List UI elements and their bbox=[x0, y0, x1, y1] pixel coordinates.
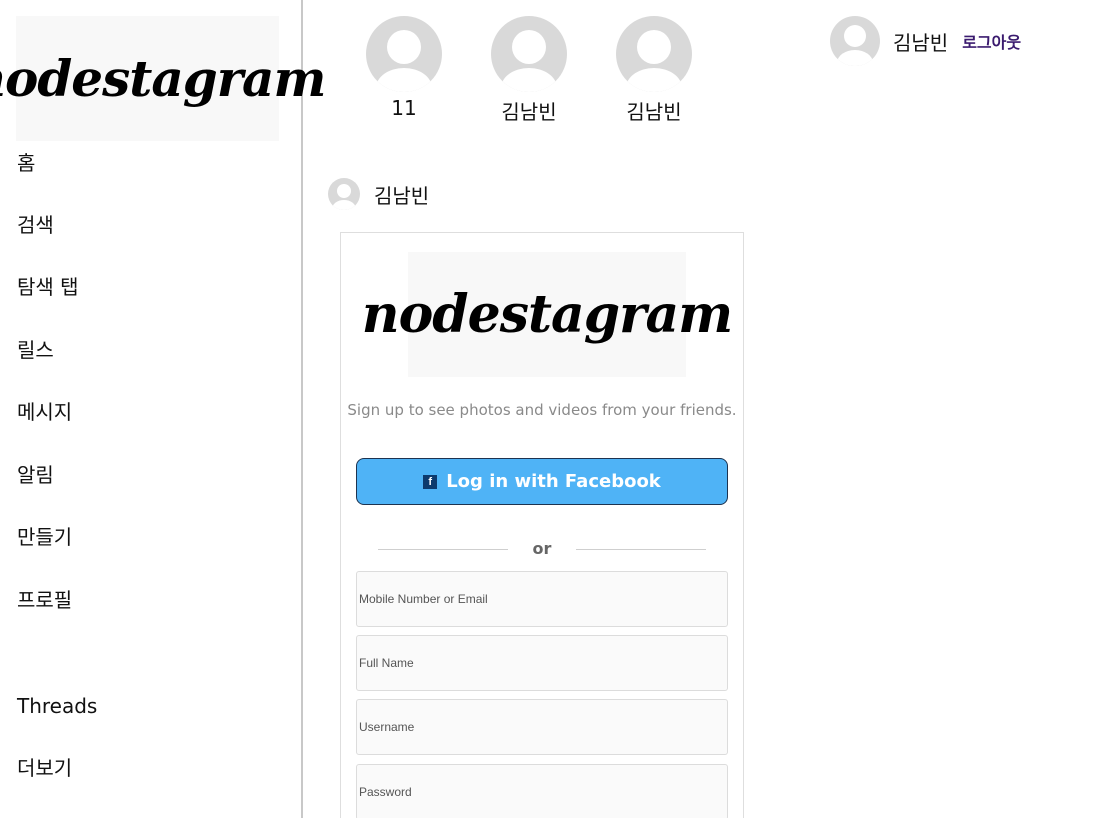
sidebar-item-notifications[interactable]: 알림 bbox=[17, 463, 54, 487]
story-username: 11 bbox=[391, 96, 417, 120]
sidebar-item-search[interactable]: 검색 bbox=[17, 213, 54, 237]
sidebar-item-explore[interactable]: 탐색 탭 bbox=[17, 275, 79, 299]
facebook-icon: f bbox=[423, 474, 438, 489]
sidebar: nodestagram 홈 검색 탐색 탭 릴스 메시지 알림 만들기 프로필 … bbox=[0, 0, 326, 818]
sidebar-item-profile[interactable]: 프로필 bbox=[17, 588, 72, 612]
story-item[interactable]: 11 bbox=[366, 16, 442, 120]
post-header: 김남빈 bbox=[328, 178, 429, 210]
brand-logo[interactable]: nodestagram bbox=[0, 16, 326, 141]
avatar[interactable] bbox=[328, 178, 360, 210]
current-user-name: 김남빈 bbox=[893, 30, 949, 55]
sidebar-item-threads[interactable]: Threads bbox=[17, 694, 97, 718]
sidebar-item-reels[interactable]: 릴스 bbox=[17, 338, 54, 362]
avatar bbox=[616, 16, 692, 92]
password-field[interactable] bbox=[356, 764, 728, 818]
divider bbox=[576, 549, 706, 550]
facebook-login-button[interactable]: f Log in with Facebook bbox=[356, 458, 728, 505]
card-logo: nodestagram bbox=[362, 252, 733, 377]
full-name-field[interactable] bbox=[356, 635, 728, 691]
logo-text: nodestagram bbox=[0, 49, 326, 108]
sidebar-item-create[interactable]: 만들기 bbox=[17, 525, 72, 549]
username-field[interactable] bbox=[356, 699, 728, 755]
story-username: 김남빈 bbox=[626, 100, 682, 124]
sidebar-item-home[interactable]: 홈 bbox=[17, 151, 35, 175]
avatar bbox=[491, 16, 567, 92]
story-item[interactable]: 김남빈 bbox=[616, 16, 692, 125]
logo-text: nodestagram bbox=[361, 284, 733, 345]
logout-link[interactable]: 로그아웃 bbox=[962, 29, 1021, 53]
sidebar-item-messages[interactable]: 메시지 bbox=[17, 400, 72, 424]
facebook-login-label: Log in with Facebook bbox=[446, 471, 661, 492]
avatar bbox=[366, 16, 442, 92]
story-username: 김남빈 bbox=[501, 100, 557, 124]
story-item[interactable]: 김남빈 bbox=[491, 16, 567, 125]
post-card: nodestagram Sign up to see photos and vi… bbox=[340, 232, 744, 818]
sidebar-item-more[interactable]: 더보기 bbox=[17, 756, 72, 780]
email-field[interactable] bbox=[356, 571, 728, 627]
signup-tagline: Sign up to see photos and videos from yo… bbox=[347, 401, 737, 419]
post-author[interactable]: 김남빈 bbox=[374, 180, 429, 209]
current-user: 김남빈 로그아웃 bbox=[830, 16, 1021, 66]
avatar[interactable] bbox=[830, 16, 880, 66]
